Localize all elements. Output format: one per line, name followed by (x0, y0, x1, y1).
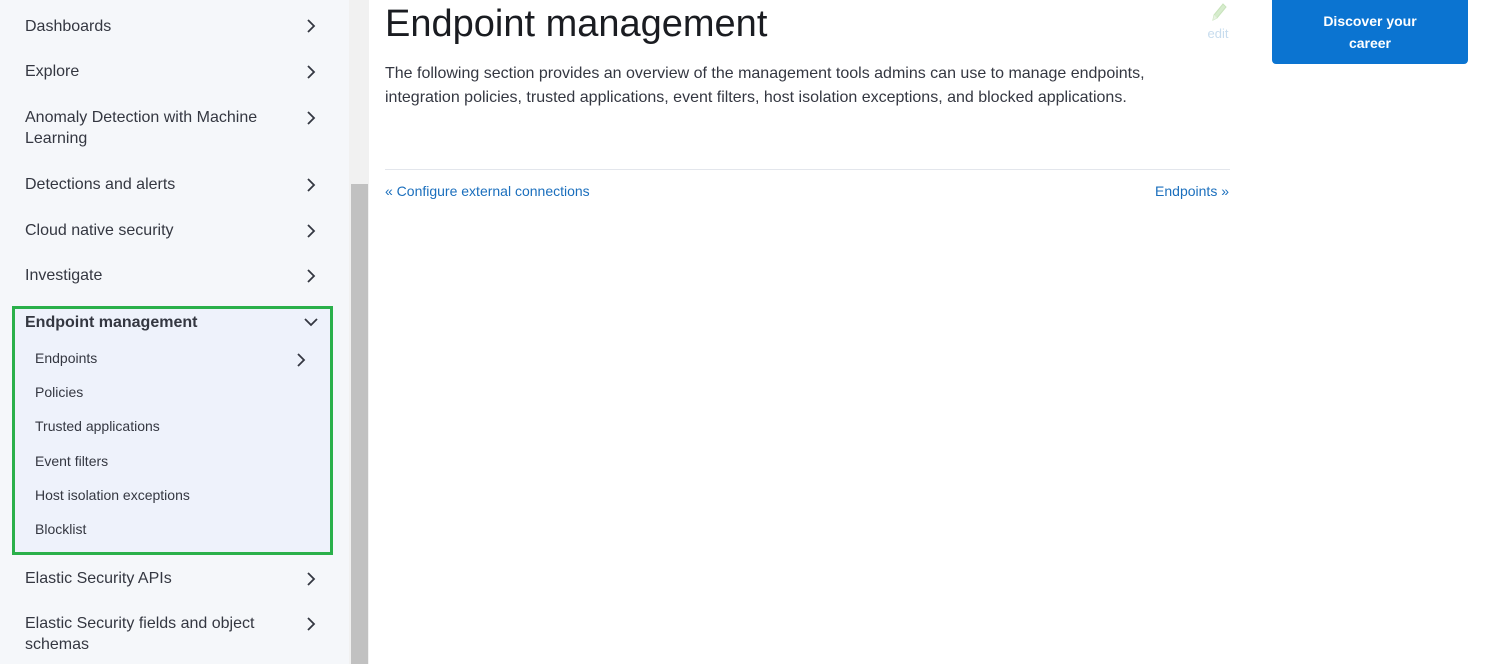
sidebar-subitem-trusted-applications[interactable]: Trusted applications (35, 417, 160, 435)
chevron-right-icon[interactable] (303, 110, 319, 126)
chevron-right-icon[interactable] (303, 268, 319, 284)
chevron-right-icon[interactable] (303, 64, 319, 80)
discover-career-label[interactable]: Discover your career (1305, 10, 1435, 54)
sidebar-subitem-policies[interactable]: Policies (35, 383, 83, 401)
sidebar-subitem-endpoints[interactable]: Endpoints (35, 349, 97, 367)
divider (385, 169, 1230, 170)
sidebar-item-label[interactable]: Explore (25, 61, 295, 82)
sidebar-item-detections-alerts[interactable]: Detections and alerts (0, 174, 349, 196)
chevron-down-icon[interactable] (303, 314, 319, 330)
chevron-right-icon[interactable] (293, 352, 309, 368)
chevron-right-icon[interactable] (303, 177, 319, 193)
sidebar-item-label[interactable]: Elastic Security APIs (25, 568, 295, 589)
sidebar-item-label[interactable]: Detections and alerts (25, 174, 295, 195)
prev-page-link[interactable]: « Configure external connections (385, 182, 590, 200)
page-title: Endpoint management (385, 3, 768, 45)
sidebar-subitem-event-filters[interactable]: Event filters (35, 452, 108, 470)
sidebar-item-dashboards[interactable]: Dashboards (0, 16, 349, 38)
intro-paragraph: The following section provides an overvi… (385, 65, 1145, 106)
sidebar-nav: Dashboards Explore Anomaly Detection wit… (0, 0, 349, 664)
chevron-right-icon[interactable] (303, 223, 319, 239)
edit-link[interactable]: edit (1203, 0, 1233, 42)
sidebar-item-label[interactable]: Dashboards (25, 16, 295, 37)
chevron-right-icon[interactable] (303, 571, 319, 587)
sidebar-item-label[interactable]: Cloud native security (25, 220, 295, 241)
sidebar-item-fields-object-schemas[interactable]: Elastic Security fields and object schem… (0, 613, 349, 657)
sidebar-scrollbar-thumb[interactable] (351, 184, 368, 664)
sidebar-item-cloud-native-security[interactable]: Cloud native security (0, 220, 349, 242)
next-page-link[interactable]: Endpoints » (1155, 182, 1229, 200)
sidebar-item-explore[interactable]: Explore (0, 61, 349, 83)
edit-label[interactable]: edit (1203, 26, 1233, 41)
sidebar-item-investigate[interactable]: Investigate (0, 265, 349, 287)
sidebar-item-label[interactable]: Elastic Security fields and object schem… (25, 613, 295, 655)
chevron-right-icon[interactable] (303, 616, 319, 632)
pencil-icon[interactable] (1208, 0, 1228, 24)
sidebar-item-label[interactable]: Investigate (25, 265, 295, 286)
sidebar-item-elastic-security-apis[interactable]: Elastic Security APIs (0, 568, 349, 590)
sidebar-subitem-host-isolation-exceptions[interactable]: Host isolation exceptions (35, 486, 190, 504)
sidebar-item-label[interactable]: Anomaly Detection with Machine Learning (25, 107, 295, 149)
sidebar-item-endpoint-management[interactable]: Endpoint management (25, 312, 197, 333)
discover-career-button[interactable]: Discover your career (1272, 0, 1468, 64)
sidebar-subitem-blocklist[interactable]: Blocklist (35, 520, 86, 538)
sidebar-item-anomaly-detection[interactable]: Anomaly Detection with Machine Learning (0, 107, 349, 151)
chevron-right-icon[interactable] (303, 18, 319, 34)
